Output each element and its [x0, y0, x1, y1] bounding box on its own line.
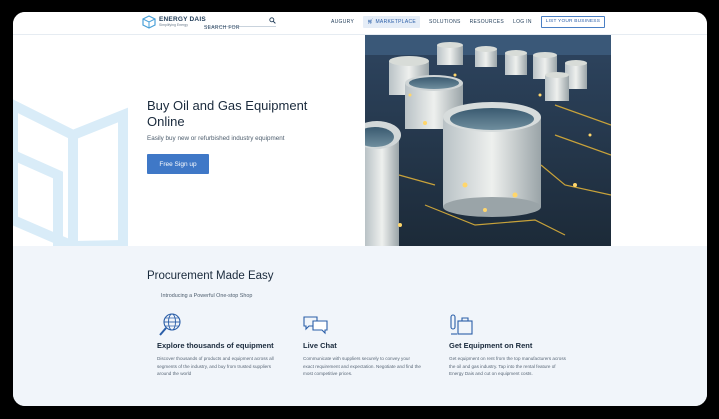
browser-viewport: ENERGY DAIS Simplifying Energy AUGURY 🛒︎…: [13, 12, 707, 406]
hero-subtitle: Easily buy new or refurbished industry e…: [147, 135, 285, 142]
oil-storage-tanks-photo: [365, 35, 611, 246]
hero-section: Buy Oil and Gas Equipment Online Easily …: [13, 35, 707, 246]
main-nav: AUGURY 🛒︎ MARKETPLACE SOLUTIONS RESOURCE…: [331, 16, 606, 28]
chat-icon: [303, 316, 328, 335]
equipment-rent-icon: [450, 314, 473, 335]
section-title: Procurement Made Easy: [147, 270, 274, 282]
feature-title: Get Equipment on Rent: [449, 341, 533, 350]
feature-card-rent: Get Equipment on Rent Get equipment on r…: [449, 312, 567, 378]
search-input[interactable]: [204, 23, 264, 33]
site-logo[interactable]: ENERGY DAIS Simplifying Energy: [142, 15, 206, 29]
nav-solutions[interactable]: SOLUTIONS: [429, 16, 461, 28]
nav-marketplace-label: MARKETPLACE: [375, 19, 417, 25]
feature-card-explore: Explore thousands of equipment Discover …: [157, 312, 275, 378]
hero-title: Buy Oil and Gas Equipment Online: [147, 98, 308, 129]
logo-tagline: Simplifying Energy: [159, 23, 188, 27]
logo-cube-icon: [142, 15, 156, 29]
feature-card-chat: Live Chat Communicate with suppliers sec…: [303, 312, 421, 378]
search-box: [204, 16, 276, 33]
nav-login[interactable]: LOG IN: [513, 16, 532, 28]
feature-description: Communicate with suppliers securely to c…: [303, 356, 421, 377]
feature-description: Discover thousands of products and equip…: [157, 356, 274, 377]
features-section: Procurement Made Easy Introducing a Powe…: [13, 246, 707, 406]
nav-marketplace[interactable]: 🛒︎ MARKETPLACE: [363, 16, 421, 28]
feature-description: Get equipment on rent from the top manuf…: [449, 356, 566, 377]
globe-search-icon: [159, 313, 181, 336]
nav-resources[interactable]: RESOURCES: [470, 16, 504, 28]
feature-title: Live Chat: [303, 341, 337, 350]
decorative-cube-graphic: [13, 99, 128, 246]
top-navbar: ENERGY DAIS Simplifying Energy AUGURY 🛒︎…: [13, 12, 707, 35]
nav-augury[interactable]: AUGURY: [331, 16, 354, 28]
search-icon[interactable]: [269, 17, 276, 24]
list-business-button[interactable]: LIST YOUR BUSINESS: [540, 16, 606, 28]
marketplace-icon: 🛒︎: [367, 19, 374, 25]
free-signup-button[interactable]: Free Sign up: [147, 154, 209, 174]
feature-title: Explore thousands of equipment: [157, 341, 274, 350]
section-subtitle: Introducing a Powerful One-stop Shop: [161, 293, 253, 299]
